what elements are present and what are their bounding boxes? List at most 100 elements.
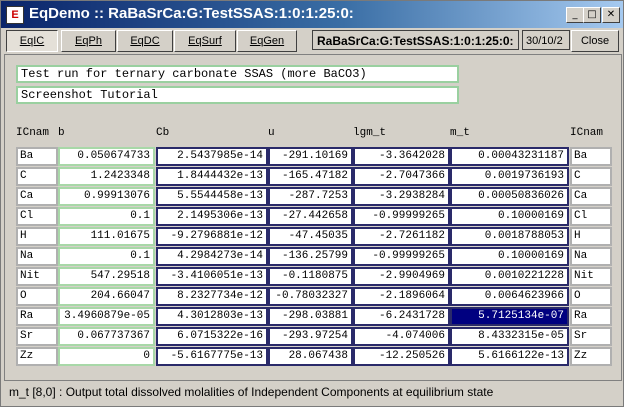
m-t-cell[interactable]: 8.4332315e-05: [450, 327, 569, 346]
comment-field[interactable]: Test run for ternary carbonate SSAS (mor…: [16, 65, 459, 83]
ic-name-cell-right: C: [570, 167, 612, 186]
title-bar[interactable]: E EqDemo :: RaBaSrCa:G:TestSSAS:1:0:1:25…: [1, 1, 623, 28]
lgm-t-cell[interactable]: -3.2938284: [353, 187, 450, 206]
lgm-t-cell[interactable]: -2.7047366: [353, 167, 450, 186]
cb-cell[interactable]: 1.8444432e-13: [156, 167, 268, 186]
header-m-t: m_t: [450, 127, 470, 139]
maximize-icon[interactable]: □: [583, 7, 601, 23]
b-cell[interactable]: 0.1: [58, 247, 155, 266]
b-cell[interactable]: 0.050674733: [58, 147, 155, 166]
u-cell[interactable]: -0.1180875: [268, 267, 353, 286]
u-cell[interactable]: -291.10169: [268, 147, 353, 166]
application-window: E EqDemo :: RaBaSrCa:G:TestSSAS:1:0:1:25…: [0, 0, 624, 407]
tab-eqic[interactable]: EqIC: [6, 30, 58, 52]
tab-label: EqDC: [130, 35, 160, 47]
close-icon[interactable]: ✕: [602, 7, 620, 23]
status-text: m_t [8,0] : Output total dissolved molal…: [9, 385, 494, 399]
lgm-t-cell[interactable]: -0.99999265: [353, 207, 450, 226]
window-title: EqDemo :: RaBaSrCa:G:TestSSAS:1:0:1:25:0…: [29, 5, 354, 22]
ic-name-cell: O: [16, 287, 58, 306]
minimize-icon[interactable]: _: [566, 7, 584, 23]
cb-cell[interactable]: 8.2327734e-12: [156, 287, 268, 306]
cb-cell[interactable]: -9.2796881e-12: [156, 227, 268, 246]
cb-cell[interactable]: -3.4106051e-13: [156, 267, 268, 286]
lgm-t-cell[interactable]: -0.99999265: [353, 247, 450, 266]
ic-name-cell-right: Nit: [570, 267, 612, 286]
m-t-cell[interactable]: 0.10000169: [450, 207, 569, 226]
lgm-t-cell[interactable]: -2.1896064: [353, 287, 450, 306]
tab-eqgen[interactable]: EqGen: [237, 30, 297, 52]
cb-cell[interactable]: 4.2984273e-14: [156, 247, 268, 266]
header-lgm-t: lgm_t: [353, 127, 387, 139]
b-cell[interactable]: 0.99913076: [58, 187, 155, 206]
tab-label: EqIC: [19, 35, 45, 47]
tab-eqdc[interactable]: EqDC: [117, 30, 173, 52]
system-name-field: RaBaSrCa:G:TestSSAS:1:0:1:25:0:: [312, 30, 519, 50]
m-t-cell[interactable]: 0.0010221228: [450, 267, 569, 286]
b-cell[interactable]: 1.2423348: [58, 167, 155, 186]
m-t-cell[interactable]: 0.0018788053: [450, 227, 569, 246]
ic-name-cell: Ba: [16, 147, 58, 166]
tab-eqsurf[interactable]: EqSurf: [174, 30, 236, 52]
tab-eqph[interactable]: EqPh: [61, 30, 116, 52]
ic-name-cell: C: [16, 167, 58, 186]
u-cell[interactable]: -47.45035: [268, 227, 353, 246]
u-cell[interactable]: -27.442658: [268, 207, 353, 226]
tab-label: EqSurf: [188, 35, 222, 47]
header-b: b: [58, 127, 65, 139]
ic-name-cell: Ca: [16, 187, 58, 206]
u-cell[interactable]: -287.7253: [268, 187, 353, 206]
u-cell[interactable]: -165.47182: [268, 167, 353, 186]
lgm-t-cell[interactable]: -4.074006: [353, 327, 450, 346]
ic-name-cell-right: Ra: [570, 307, 612, 326]
tab-label: EqGen: [249, 35, 285, 47]
b-cell[interactable]: 0: [58, 347, 155, 366]
lgm-t-cell[interactable]: -6.2431728: [353, 307, 450, 326]
m-t-cell[interactable]: 0.0064623966: [450, 287, 569, 306]
m-t-cell[interactable]: 0.00043231187: [450, 147, 569, 166]
close-button[interactable]: Close: [571, 30, 619, 52]
lgm-t-cell[interactable]: -3.3642028: [353, 147, 450, 166]
b-cell[interactable]: 111.01675: [58, 227, 155, 246]
ic-name-cell-right: Na: [570, 247, 612, 266]
header-icnam: ICnam: [16, 127, 50, 139]
lgm-t-cell[interactable]: -12.250526: [353, 347, 450, 366]
m-t-cell[interactable]: 5.6166122e-13: [450, 347, 569, 366]
m-t-cell[interactable]: 5.7125134e-07: [450, 307, 569, 326]
b-cell[interactable]: 204.66047: [58, 287, 155, 306]
cb-cell[interactable]: -5.6167775e-13: [156, 347, 268, 366]
lgm-t-cell[interactable]: -2.9904969: [353, 267, 450, 286]
ic-name-cell: Zz: [16, 347, 58, 366]
b-cell[interactable]: 0.067737367: [58, 327, 155, 346]
m-t-cell[interactable]: 0.0019736193: [450, 167, 569, 186]
toolbar: EqIC EqPh EqDC EqSurf EqGen RaBaSrCa:G:T…: [1, 28, 623, 54]
u-cell[interactable]: -0.78032327: [268, 287, 353, 306]
u-cell[interactable]: -293.97254: [268, 327, 353, 346]
b-cell[interactable]: 547.29518: [58, 267, 155, 286]
u-cell[interactable]: -136.25799: [268, 247, 353, 266]
app-icon[interactable]: E: [6, 6, 24, 24]
ic-name-cell: Nit: [16, 267, 58, 286]
u-cell[interactable]: 28.067438: [268, 347, 353, 366]
cb-cell[interactable]: 2.1495306e-13: [156, 207, 268, 226]
cb-cell[interactable]: 6.0715322e-16: [156, 327, 268, 346]
note-field[interactable]: Screenshot Tutorial: [16, 86, 459, 104]
b-cell[interactable]: 0.1: [58, 207, 155, 226]
b-cell[interactable]: 3.4960879e-05: [58, 307, 155, 326]
m-t-cell[interactable]: 0.00050836026: [450, 187, 569, 206]
ic-name-cell-right: Ba: [570, 147, 612, 166]
ic-name-cell-right: Ca: [570, 187, 612, 206]
ic-name-cell-right: Sr: [570, 327, 612, 346]
lgm-t-cell[interactable]: -2.7261182: [353, 227, 450, 246]
cb-cell[interactable]: 2.5437985e-14: [156, 147, 268, 166]
u-cell[interactable]: -298.03881: [268, 307, 353, 326]
ic-name-cell: Cl: [16, 207, 58, 226]
header-u: u: [268, 127, 275, 139]
cb-cell[interactable]: 4.3012803e-13: [156, 307, 268, 326]
ic-name-cell: Sr: [16, 327, 58, 346]
cb-cell[interactable]: 5.5544458e-13: [156, 187, 268, 206]
ic-name-cell: Na: [16, 247, 58, 266]
tab-label: EqPh: [75, 35, 102, 47]
ic-name-cell-right: Zz: [570, 347, 612, 366]
m-t-cell[interactable]: 0.10000169: [450, 247, 569, 266]
